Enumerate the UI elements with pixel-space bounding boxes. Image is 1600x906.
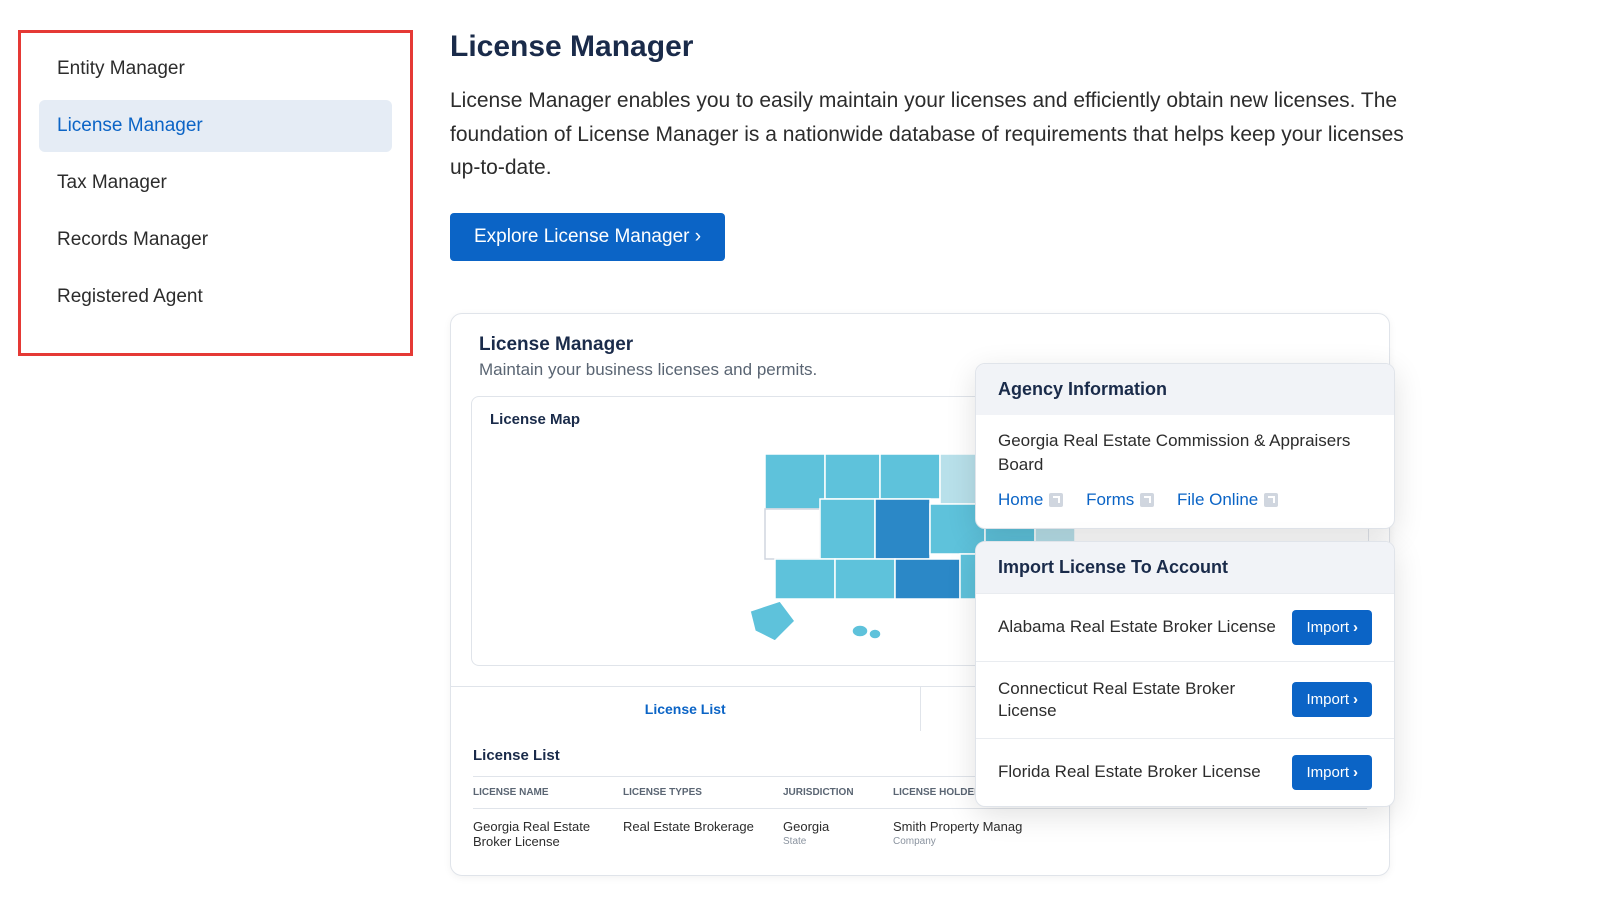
column-license-types: LICENSE TYPES — [623, 787, 783, 798]
import-button[interactable]: Import› — [1292, 682, 1372, 717]
agency-panel-title: Agency Information — [998, 379, 1372, 400]
import-button[interactable]: Import› — [1292, 755, 1372, 790]
agency-link-home[interactable]: Home — [998, 490, 1063, 510]
column-jurisdiction: JURISDICTION — [783, 787, 893, 798]
agency-link-forms[interactable]: Forms — [1086, 490, 1154, 510]
import-item-label: Connecticut Real Estate Broker License — [998, 678, 1292, 722]
external-link-icon — [1264, 493, 1278, 507]
cell-license-types: Real Estate Brokerage — [623, 819, 783, 849]
agency-name: Georgia Real Estate Commission & Apprais… — [998, 429, 1372, 477]
chevron-right-icon: › — [1353, 691, 1358, 708]
sidebar-item-records-manager[interactable]: Records Manager — [39, 214, 392, 266]
sidebar-item-entity-manager[interactable]: Entity Manager — [39, 43, 392, 95]
cell-jurisdiction-sub: State — [783, 836, 893, 847]
cell-jurisdiction: Georgia State — [783, 819, 893, 849]
tab-license-list[interactable]: License List — [451, 687, 921, 731]
cell-jurisdiction-value: Georgia — [783, 819, 829, 834]
explore-button[interactable]: Explore License Manager › — [450, 213, 725, 261]
sidebar-nav: Entity Manager License Manager Tax Manag… — [18, 30, 413, 356]
import-button-label: Import — [1306, 764, 1349, 781]
import-row: Connecticut Real Estate Broker License I… — [976, 661, 1394, 738]
import-item-label: Florida Real Estate Broker License — [998, 761, 1261, 783]
sidebar-item-license-manager[interactable]: License Manager — [39, 100, 392, 152]
agency-link-forms-label: Forms — [1086, 490, 1134, 510]
column-license-name: LICENSE NAME — [473, 787, 623, 798]
import-item-label: Alabama Real Estate Broker License — [998, 616, 1276, 638]
external-link-icon — [1140, 493, 1154, 507]
sidebar-item-registered-agent[interactable]: Registered Agent — [39, 271, 392, 323]
page-title: License Manager — [450, 30, 1430, 64]
import-button-label: Import — [1306, 619, 1349, 636]
import-row: Alabama Real Estate Broker License Impor… — [976, 593, 1394, 661]
preview-title: License Manager — [479, 334, 1361, 356]
import-panel-title: Import License To Account — [998, 557, 1372, 578]
cell-license-holder: Smith Property Manag Company — [893, 819, 1063, 849]
import-license-card: Import License To Account Alabama Real E… — [975, 541, 1395, 807]
chevron-right-icon: › — [1353, 764, 1358, 781]
sidebar-item-tax-manager[interactable]: Tax Manager — [39, 157, 392, 209]
page-description: License Manager enables you to easily ma… — [450, 84, 1430, 185]
external-link-icon — [1049, 493, 1063, 507]
chevron-right-icon: › — [1353, 619, 1358, 636]
cell-license-name: Georgia Real Estate Broker License — [473, 819, 623, 849]
agency-link-file-online-label: File Online — [1177, 490, 1258, 510]
cell-holder-value: Smith Property Manag — [893, 819, 1022, 834]
agency-link-file-online[interactable]: File Online — [1177, 490, 1278, 510]
table-row[interactable]: Georgia Real Estate Broker License Real … — [473, 809, 1367, 859]
cell-holder-sub: Company — [893, 836, 1063, 847]
agency-link-home-label: Home — [998, 490, 1043, 510]
import-button-label: Import — [1306, 691, 1349, 708]
import-row: Florida Real Estate Broker License Impor… — [976, 738, 1394, 806]
import-button[interactable]: Import› — [1292, 610, 1372, 645]
agency-info-card: Agency Information Georgia Real Estate C… — [975, 363, 1395, 530]
